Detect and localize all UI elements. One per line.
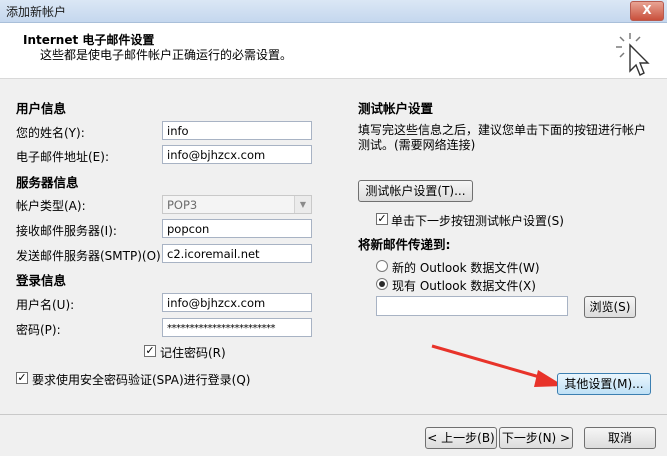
data-file-path-input[interactable] bbox=[376, 296, 568, 316]
back-button[interactable]: < 上一步(B) bbox=[425, 427, 497, 449]
title-bar: 添加新帐户 X bbox=[0, 0, 667, 23]
auto-test-label: 单击下一步按钮测试帐户设置(S) bbox=[391, 214, 564, 228]
existing-data-file-label: 现有 Outlook 数据文件(X) bbox=[392, 279, 536, 293]
dialog-header: Internet 电子邮件设置 这些都是使电子邮件帐户正确运行的必需设置。 bbox=[0, 23, 667, 79]
new-data-file-label: 新的 Outlook 数据文件(W) bbox=[392, 261, 540, 275]
outgoing-server-input[interactable]: c2.icoremail.net bbox=[162, 244, 312, 263]
more-settings-button[interactable]: 其他设置(M)... bbox=[557, 373, 651, 395]
incoming-server-label: 接收邮件服务器(I): bbox=[16, 224, 117, 238]
name-input[interactable]: info bbox=[162, 121, 312, 140]
test-account-button[interactable]: 测试帐户设置(T)... bbox=[358, 180, 473, 202]
email-input[interactable]: info@bjhzcx.com bbox=[162, 145, 312, 164]
password-label: 密码(P): bbox=[16, 323, 61, 337]
cursor-click-icon bbox=[616, 33, 650, 76]
outgoing-server-label: 发送邮件服务器(SMTP)(O): bbox=[16, 249, 165, 263]
server-info-heading: 服务器信息 bbox=[16, 175, 79, 190]
test-description-line2: 测试。(需要网络连接) bbox=[358, 138, 476, 152]
account-type-label: 帐户类型(A): bbox=[16, 199, 86, 213]
username-input[interactable]: info@bjhzcx.com bbox=[162, 293, 312, 312]
radio-new-data-file[interactable] bbox=[376, 260, 388, 272]
deliver-heading: 将新邮件传递到: bbox=[358, 237, 451, 252]
browse-button[interactable]: 浏览(S) bbox=[584, 296, 636, 318]
account-type-select: POP3 ▼ bbox=[162, 195, 312, 214]
annotation-arrow-icon bbox=[431, 344, 564, 387]
radio-existing-data-file[interactable] bbox=[376, 278, 388, 290]
spa-label: 要求使用安全密码验证(SPA)进行登录(Q) bbox=[32, 373, 251, 387]
password-input[interactable]: ************************ bbox=[162, 318, 312, 337]
chevron-down-icon: ▼ bbox=[294, 196, 311, 213]
remember-password-label: 记住密码(R) bbox=[160, 346, 226, 360]
auto-test-checkbox[interactable]: ✓ bbox=[376, 213, 388, 225]
window-title: 添加新帐户 bbox=[6, 5, 67, 19]
account-type-value: POP3 bbox=[167, 198, 198, 212]
spa-checkbox[interactable]: ✓ bbox=[16, 372, 28, 384]
email-label: 电子邮件地址(E): bbox=[16, 150, 109, 164]
name-label: 您的姓名(Y): bbox=[16, 126, 85, 140]
user-info-heading: 用户信息 bbox=[16, 101, 67, 116]
remember-password-checkbox[interactable]: ✓ bbox=[144, 345, 156, 357]
username-label: 用户名(U): bbox=[16, 298, 75, 312]
cancel-button[interactable]: 取消 bbox=[584, 427, 656, 449]
footer-divider bbox=[0, 414, 667, 415]
next-button[interactable]: 下一步(N) > bbox=[499, 427, 573, 449]
header-subtitle: 这些都是使电子邮件帐户正确运行的必需设置。 bbox=[40, 48, 293, 62]
incoming-server-input[interactable]: popcon bbox=[162, 219, 312, 238]
login-info-heading: 登录信息 bbox=[16, 273, 67, 288]
close-button[interactable]: X bbox=[630, 1, 664, 21]
test-heading: 测试帐户设置 bbox=[358, 101, 434, 116]
